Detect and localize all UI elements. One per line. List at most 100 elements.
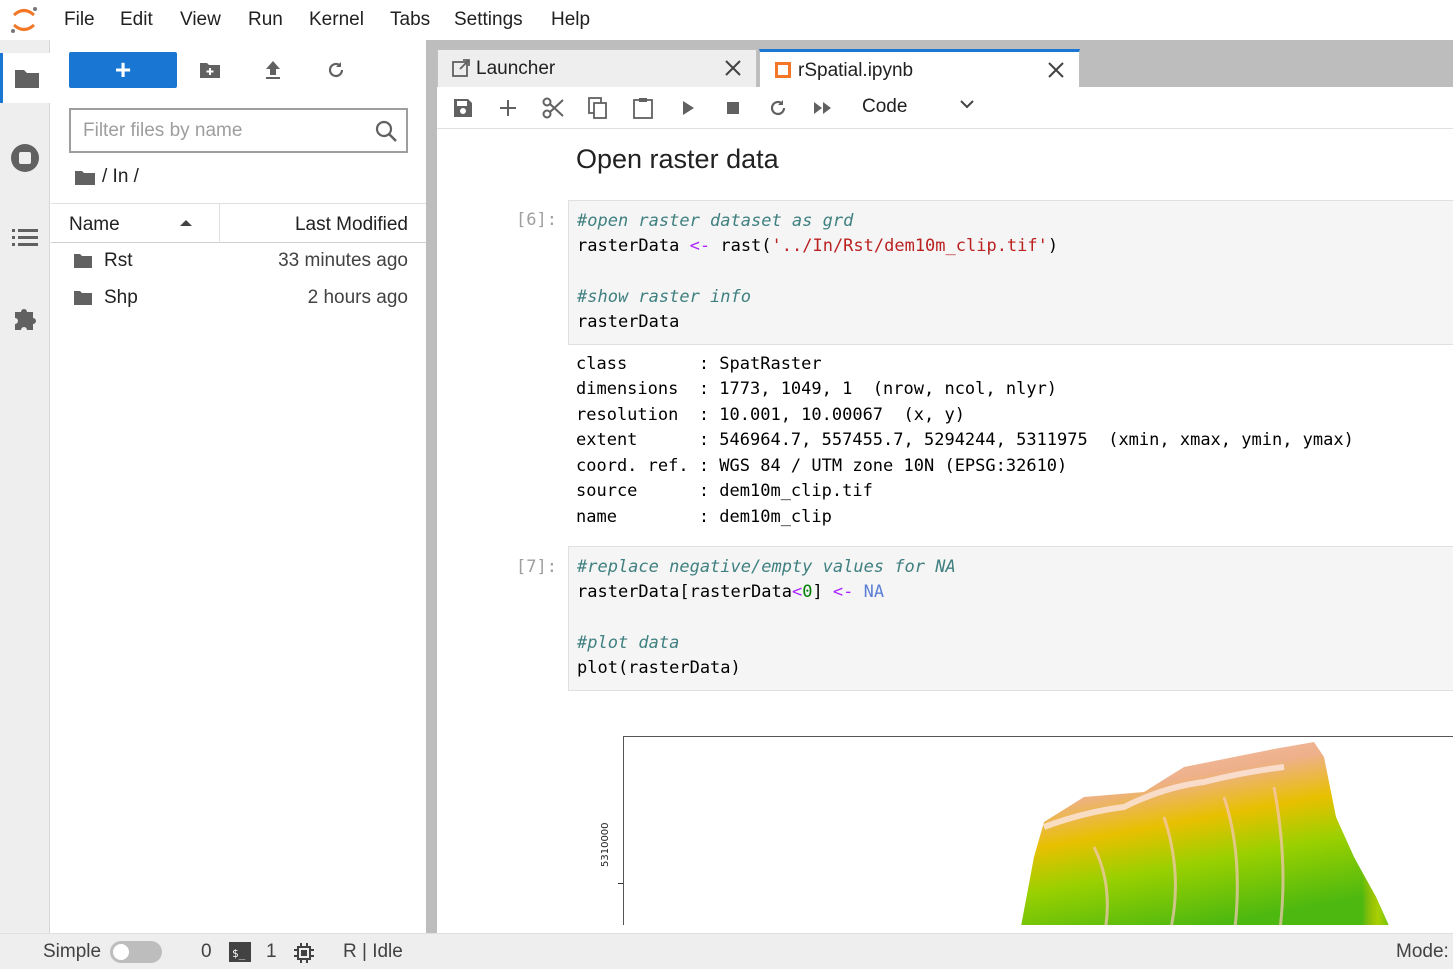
code-cell[interactable]: #open raster dataset as grd rasterData <…	[568, 200, 1453, 345]
restart-run-all-button[interactable]	[811, 96, 835, 120]
table-of-contents-tab[interactable]	[0, 213, 50, 263]
cut-button[interactable]	[541, 96, 565, 120]
output-line: name : dem10m_clip	[576, 507, 832, 527]
upload-icon	[266, 61, 280, 79]
column-divider[interactable]	[219, 204, 220, 243]
refresh-button[interactable]	[324, 58, 348, 82]
filter-files-input[interactable]	[83, 118, 363, 144]
list-icon	[12, 229, 38, 246]
paste-button[interactable]	[631, 96, 655, 120]
stop-icon	[727, 102, 739, 114]
output-line: extent : 546964.7, 557455.7, 5294244, 53…	[576, 430, 1354, 450]
raster-plot	[623, 736, 1453, 925]
status-bar: Simple 0 $_ 1 R | Idle Mode:	[0, 933, 1453, 969]
save-button[interactable]	[451, 96, 475, 120]
notebook-panel: Code Open raster data [6]: #open raster …	[437, 87, 1453, 925]
output-line: dimensions : 1773, 1049, 1 (nrow, ncol, …	[576, 379, 1058, 399]
save-icon	[454, 99, 472, 117]
refresh-icon	[328, 62, 344, 78]
simple-mode-toggle[interactable]	[110, 941, 162, 963]
file-name: Shp	[104, 287, 138, 308]
file-row[interactable]: Rst 33 minutes ago	[51, 243, 426, 280]
code-line: rasterData	[577, 312, 680, 332]
copy-button[interactable]	[586, 96, 610, 120]
file-row[interactable]: Shp 2 hours ago	[51, 280, 426, 317]
upload-button[interactable]	[261, 58, 285, 82]
folder-icon	[74, 291, 92, 305]
folder-icon	[74, 254, 92, 268]
menu-edit[interactable]: Edit	[120, 9, 153, 31]
code-comment: #plot data	[577, 633, 680, 653]
new-folder-button[interactable]	[198, 58, 222, 82]
insert-cell-button[interactable]	[496, 96, 520, 120]
cell-type-select[interactable]: Code	[862, 96, 907, 118]
home-folder-icon[interactable]	[74, 169, 96, 186]
code-line: rasterData[rasterData<0] <- NA	[577, 582, 885, 602]
stop-circle-icon	[11, 144, 39, 172]
simple-mode-label: Simple	[43, 941, 102, 962]
restart-kernel-button[interactable]	[766, 96, 790, 120]
output-line: source : dem10m_clip.tif	[576, 481, 873, 501]
new-folder-icon	[200, 63, 220, 78]
code-cell[interactable]: #replace negative/empty values for NA ra…	[568, 546, 1453, 691]
close-icon[interactable]	[1047, 61, 1065, 79]
notebook-icon	[775, 62, 791, 78]
tab-launcher[interactable]: Launcher	[437, 49, 757, 87]
code-line: rasterData <- rast('../In/Rst/dem10m_cli…	[577, 236, 1059, 256]
running-sessions-tab[interactable]	[0, 133, 50, 183]
file-browser-panel: + / In / Name Last Modified Rst 33 minut…	[51, 40, 426, 933]
menu-bar: File Edit View Run Kernel Tabs Settings …	[0, 0, 1453, 40]
menu-run[interactable]: Run	[248, 9, 283, 31]
search-icon	[375, 120, 397, 142]
cpu-chip-icon[interactable]	[293, 942, 315, 964]
breadcrumb-path[interactable]: / In /	[102, 166, 139, 188]
file-browser-tab[interactable]	[0, 53, 50, 103]
notebook-mode: Mode:	[1396, 941, 1449, 962]
plot-y-tick	[618, 883, 623, 884]
terminal-icon[interactable]: $_	[229, 942, 251, 962]
raster-image	[1021, 742, 1389, 925]
paste-icon	[633, 98, 653, 119]
cell-prompt: [7]:	[516, 557, 557, 577]
fast-forward-icon	[814, 102, 831, 114]
terminal-count[interactable]: 0	[201, 941, 212, 963]
new-launcher-button[interactable]: +	[69, 52, 177, 88]
menu-view[interactable]: View	[180, 9, 221, 31]
code-comment: #open raster dataset as grd	[577, 211, 854, 231]
menu-tabs[interactable]: Tabs	[390, 9, 430, 31]
markdown-heading: Open raster data	[576, 144, 779, 174]
menu-settings[interactable]: Settings	[454, 9, 523, 31]
code-comment: #show raster info	[577, 287, 751, 307]
column-header-name[interactable]: Name	[69, 214, 120, 236]
file-last-modified: 33 minutes ago	[278, 250, 408, 271]
toggle-knob	[113, 944, 129, 960]
close-icon[interactable]	[724, 59, 742, 77]
chevron-down-icon[interactable]	[959, 99, 975, 109]
interrupt-kernel-button[interactable]	[721, 96, 745, 120]
file-listing-header: Name Last Modified	[51, 203, 426, 243]
extension-manager-tab[interactable]	[0, 293, 50, 343]
folder-icon	[14, 70, 39, 88]
filter-files-field[interactable]	[69, 108, 408, 153]
tab-notebook[interactable]: rSpatial.ipynb	[759, 49, 1080, 87]
file-name: Rst	[104, 250, 133, 271]
output-line: coord. ref. : WGS 84 / UTM zone 10N (EPS…	[576, 456, 1068, 476]
menu-file[interactable]: File	[64, 9, 95, 31]
breadcrumb[interactable]: / In /	[74, 166, 139, 188]
column-header-last-modified[interactable]: Last Modified	[295, 214, 408, 236]
run-cell-button[interactable]	[676, 96, 700, 120]
kernel-count[interactable]: 1	[266, 941, 277, 963]
sort-ascending-icon	[180, 220, 192, 226]
menu-kernel[interactable]: Kernel	[309, 9, 364, 31]
file-last-modified: 2 hours ago	[307, 287, 408, 308]
restart-icon	[770, 100, 786, 116]
activity-bar	[0, 40, 50, 933]
panel-splitter[interactable]	[426, 40, 437, 933]
menu-help[interactable]: Help	[551, 9, 590, 31]
kernel-status[interactable]: R | Idle	[343, 941, 403, 963]
cell-prompt: [6]:	[516, 210, 557, 230]
code-comment: #replace negative/empty values for NA	[577, 557, 956, 577]
scissors-icon	[542, 97, 564, 119]
tab-label: rSpatial.ipynb	[798, 60, 914, 81]
plot-y-tick-label: 5310000	[600, 822, 611, 867]
